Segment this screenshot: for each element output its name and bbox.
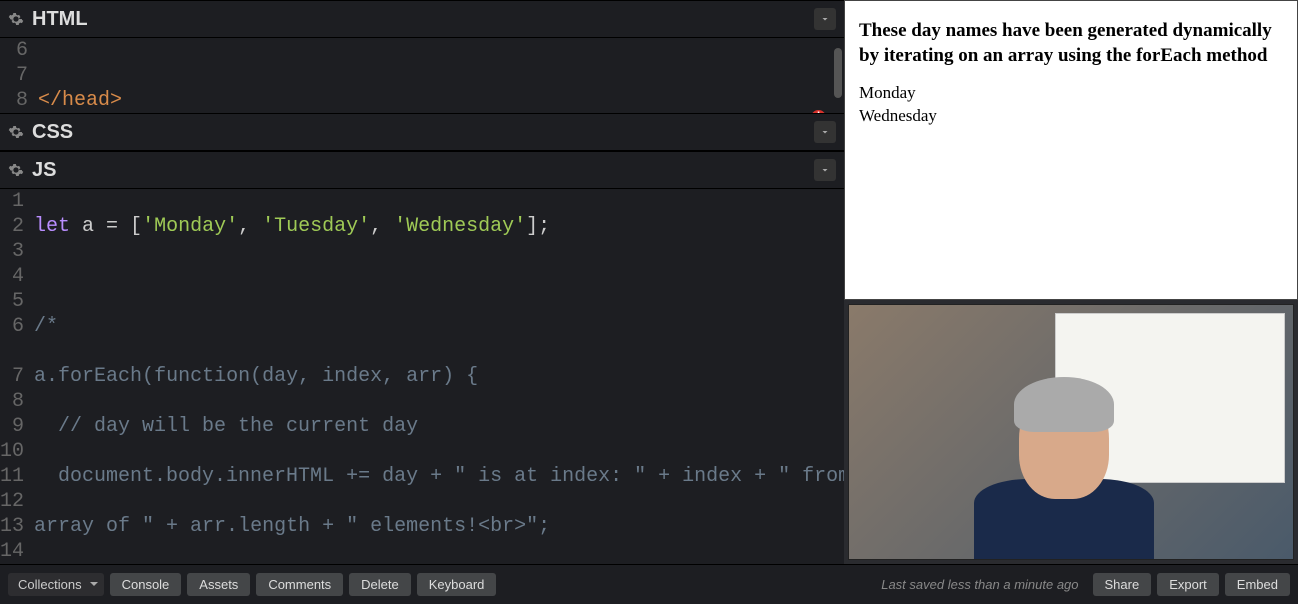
css-panel-title: CSS bbox=[32, 121, 73, 144]
preview-output: Monday Wednesday bbox=[859, 82, 1283, 128]
presenter bbox=[959, 359, 1169, 559]
html-line-6: </head> bbox=[38, 89, 122, 112]
delete-button[interactable]: Delete bbox=[349, 573, 411, 596]
gear-icon[interactable] bbox=[8, 124, 24, 140]
console-button[interactable]: Console bbox=[110, 573, 182, 596]
html-panel-header: HTML bbox=[0, 0, 844, 38]
js-code-lines: let a = ['Monday', 'Tuesday', 'Wednesday… bbox=[30, 189, 844, 564]
embed-button[interactable]: Embed bbox=[1225, 573, 1290, 596]
html-panel-title: HTML bbox=[32, 8, 88, 31]
chevron-down-icon bbox=[819, 164, 831, 176]
comments-button[interactable]: Comments bbox=[256, 573, 343, 596]
html-editor[interactable]: 678 </head> <body> <n> ! bbox=[0, 38, 844, 113]
gear-icon[interactable] bbox=[8, 162, 24, 178]
chevron-down-icon bbox=[819, 126, 831, 138]
html-collapse-button[interactable] bbox=[814, 8, 836, 30]
editors-column: HTML 678 </head> <body> <n> ! CSS bbox=[0, 0, 844, 564]
save-status: Last saved less than a minute ago bbox=[881, 577, 1078, 592]
css-collapse-button[interactable] bbox=[814, 121, 836, 143]
html-scrollbar[interactable] bbox=[834, 48, 842, 98]
keyboard-button[interactable]: Keyboard bbox=[417, 573, 497, 596]
share-button[interactable]: Share bbox=[1093, 573, 1152, 596]
js-panel-header: JS bbox=[0, 151, 844, 189]
output-line: Wednesday bbox=[859, 105, 1283, 128]
bottom-toolbar: Collections Console Assets Comments Dele… bbox=[0, 564, 1298, 604]
gear-icon[interactable] bbox=[8, 11, 24, 27]
chevron-down-icon bbox=[819, 13, 831, 25]
css-panel-header: CSS bbox=[0, 113, 844, 151]
output-line: Monday bbox=[859, 82, 1283, 105]
collections-dropdown[interactable]: Collections bbox=[8, 573, 104, 596]
export-button[interactable]: Export bbox=[1157, 573, 1219, 596]
js-collapse-button[interactable] bbox=[814, 159, 836, 181]
js-editor[interactable]: 123 456 78 91011 121314 let a = ['Monday… bbox=[0, 189, 844, 564]
right-column: These day names have been generated dyna… bbox=[844, 0, 1298, 564]
js-panel-title: JS bbox=[32, 159, 56, 182]
output-preview: These day names have been generated dyna… bbox=[844, 0, 1298, 300]
webcam-overlay bbox=[848, 304, 1294, 560]
preview-heading: These day names have been generated dyna… bbox=[859, 19, 1283, 68]
assets-button[interactable]: Assets bbox=[187, 573, 250, 596]
